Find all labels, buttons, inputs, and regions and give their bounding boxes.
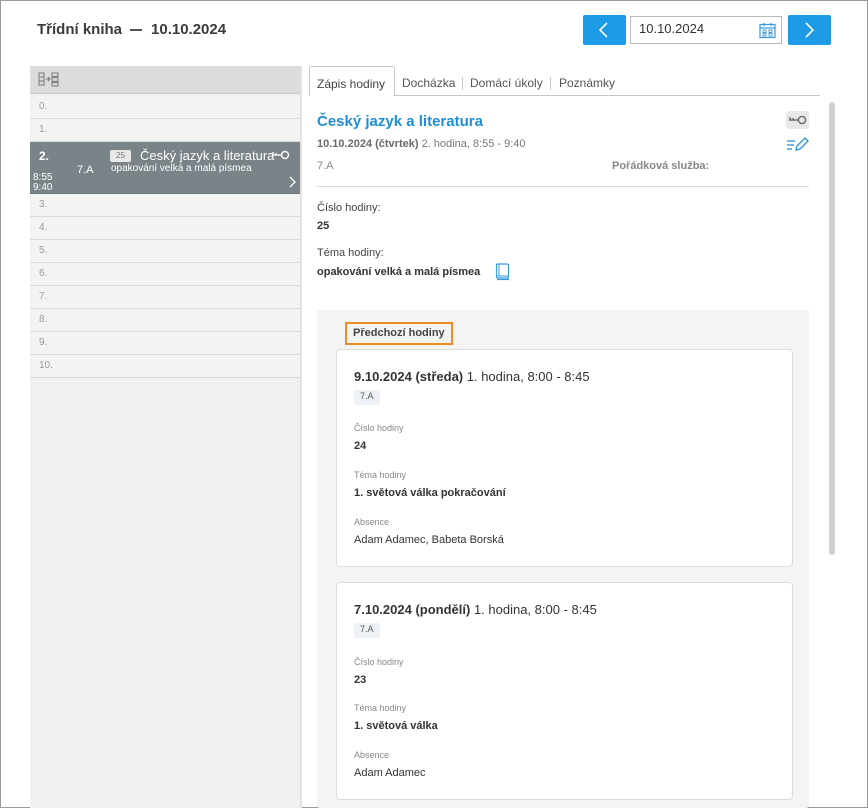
card-topic-label: Téma hodiny	[354, 703, 407, 713]
tab-poznamky[interactable]: Poznámky	[559, 66, 615, 96]
book-icon[interactable]	[495, 263, 511, 281]
card-absence-value: Adam Adamec, Babeta Borská	[354, 534, 504, 546]
lesson-row-8[interactable]: 8.	[30, 309, 300, 332]
scrollbar[interactable]	[829, 102, 835, 555]
lesson-class: 7.A	[77, 164, 94, 176]
lesson-row-3[interactable]: 3.	[30, 194, 300, 217]
page-title-text: Třídní kniha	[37, 21, 123, 38]
lesson-date: 10.10.2024 (čtvrtek) 2. hodina, 8:55 - 9…	[317, 138, 526, 150]
lesson-number: 3.	[39, 199, 48, 210]
card-date: 9.10.2024 (středa) 1. hodina, 8:00 - 8:4…	[354, 369, 590, 384]
card-number-label: Číslo hodiny	[354, 423, 404, 433]
lesson-number: 1.	[39, 124, 48, 135]
card-date-day: 7.10.2024 (pondělí)	[354, 602, 471, 617]
lesson-row-10[interactable]: 10.	[30, 355, 300, 378]
detail-divider	[317, 186, 809, 187]
lesson-topic: opakování velká a malá písmea	[111, 163, 252, 174]
panel-divider[interactable]	[300, 66, 302, 808]
card-topic-value: 1. světová válka	[354, 720, 438, 732]
tab-separator	[462, 77, 463, 90]
subject-title: Český jazyk a literatura	[317, 113, 483, 130]
lesson-number: 4.	[39, 222, 48, 233]
card-absence-label: Absence	[354, 517, 390, 527]
card-date-time: 1. hodina, 8:00 - 8:45	[470, 602, 597, 617]
chevron-right-icon	[289, 176, 296, 188]
tab-zapis-hodiny[interactable]: Zápis hodiny	[309, 66, 395, 96]
lesson-number: 0.	[39, 101, 48, 112]
lesson-row-2-active[interactable]: 2. 8:55 9:40 7.A 25 Český jazyk a litera…	[30, 142, 300, 194]
card-date-day: 9.10.2024 (středa)	[354, 369, 464, 384]
chevron-right-icon	[805, 22, 815, 38]
card-absence-label: Absence	[354, 750, 390, 760]
lesson-row-0[interactable]: 0.	[30, 96, 300, 119]
lesson-number: 10.	[39, 360, 53, 371]
card-topic-value: 1. světová válka pokračování	[354, 487, 506, 499]
lesson-date-time: 2. hodina, 8:55 - 9:40	[418, 138, 526, 150]
lesson-number: 9.	[39, 337, 48, 348]
calendar-icon[interactable]	[759, 22, 776, 39]
lesson-number: 6.	[39, 268, 48, 279]
card-class-chip: 7.A	[354, 623, 380, 638]
tab-dochazka[interactable]: Docházka	[402, 66, 455, 96]
card-class-chip: 7.A	[354, 390, 380, 405]
lesson-row-5[interactable]: 5.	[30, 240, 300, 263]
lesson-class: 7.A	[317, 160, 334, 172]
previous-lesson-card: 9.10.2024 (středa) 1. hodina, 8:00 - 8:4…	[336, 349, 793, 567]
date-input[interactable]: 10.10.2024	[630, 16, 782, 44]
previous-day-button[interactable]	[583, 15, 626, 45]
lesson-list-panel: 0. 1. 2. 8:55 9:40 7.A 25 Český jazyk a …	[30, 66, 300, 808]
card-number-label: Číslo hodiny	[354, 657, 404, 667]
page-title-date: 10.10.2024	[151, 21, 227, 38]
lesson-number-value: 25	[317, 220, 330, 232]
lesson-number-label: Číslo hodiny:	[317, 202, 381, 214]
lesson-list: 0. 1. 2. 8:55 9:40 7.A 25 Český jazyk a …	[30, 96, 300, 378]
date-input-value: 10.10.2024	[639, 21, 705, 36]
key-icon	[789, 115, 807, 125]
lesson-row-7[interactable]: 7.	[30, 286, 300, 309]
split-view-icon[interactable]	[38, 71, 60, 88]
lesson-list-toolbar	[30, 66, 300, 94]
lesson-number: 7.	[39, 291, 48, 302]
chevron-left-icon	[598, 22, 608, 38]
lesson-subject: Český jazyk a literatura	[140, 148, 275, 163]
title-dash	[130, 29, 143, 32]
lesson-row-1[interactable]: 1.	[30, 119, 300, 142]
lesson-time-to: 9:40	[33, 182, 53, 193]
tab-underline	[395, 95, 820, 96]
edit-icon[interactable]	[786, 136, 810, 152]
topic-label: Téma hodiny:	[317, 247, 384, 259]
lesson-number-badge: 25	[110, 150, 131, 162]
card-date: 7.10.2024 (pondělí) 1. hodina, 8:00 - 8:…	[354, 602, 597, 617]
page-title: Třídní kniha 10.10.2024	[37, 21, 226, 38]
key-icon	[272, 150, 290, 160]
lock-lesson-button[interactable]	[786, 111, 809, 129]
card-absence-value: Adam Adamec	[354, 767, 426, 779]
previous-lesson-card: 7.10.2024 (pondělí) 1. hodina, 8:00 - 8:…	[336, 582, 793, 800]
next-day-button[interactable]	[788, 15, 831, 45]
lesson-number: 5.	[39, 245, 48, 256]
duty-label: Pořádková služba:	[612, 160, 710, 172]
lesson-date-day: 10.10.2024 (čtvrtek)	[317, 138, 419, 150]
card-number-value: 24	[354, 440, 367, 452]
lesson-row-4[interactable]: 4.	[30, 217, 300, 240]
lesson-number: 2.	[39, 149, 50, 163]
card-number-value: 23	[354, 674, 367, 686]
previous-lessons-title: Předchozí hodiny	[345, 322, 453, 345]
topic-value: opakování velká a malá písmea	[317, 266, 481, 278]
tab-separator	[550, 77, 551, 90]
lesson-row-6[interactable]: 6.	[30, 263, 300, 286]
card-topic-label: Téma hodiny	[354, 470, 407, 480]
lesson-row-9[interactable]: 9.	[30, 332, 300, 355]
card-date-time: 1. hodina, 8:00 - 8:45	[463, 369, 590, 384]
lesson-number: 8.	[39, 314, 48, 325]
tab-domaci-ukoly[interactable]: Domácí úkoly	[470, 66, 543, 96]
